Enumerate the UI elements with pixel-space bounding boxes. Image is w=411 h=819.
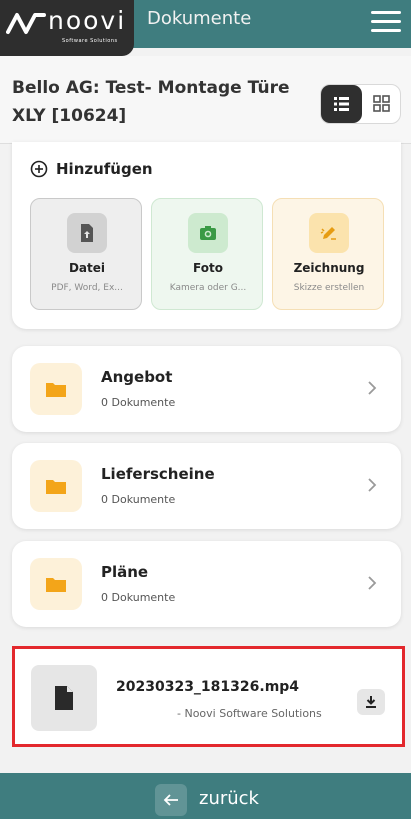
file-author: - Noovi Software Solutions xyxy=(177,707,322,720)
folder-name: Angebot xyxy=(101,368,173,386)
drawing-tile[interactable]: Zeichnung Skizze erstellen xyxy=(272,198,384,310)
noovi-logo-mark-icon xyxy=(6,13,46,34)
document-icon xyxy=(31,665,97,731)
menu-bar-line xyxy=(371,29,401,32)
grid-view-button[interactable] xyxy=(362,85,401,123)
add-section: Hinzufügen Datei PDF, Word, Ex... Foto K… xyxy=(12,142,401,329)
project-title: Bello AG: Test- Montage Türe XLY [10624] xyxy=(12,78,290,126)
folder-row-plaene[interactable]: Pläne 0 Dokumente xyxy=(12,541,401,627)
tile-subtitle: PDF, Word, Ex... xyxy=(51,283,123,293)
tile-title: Datei xyxy=(68,261,106,275)
download-button[interactable] xyxy=(357,689,385,715)
chevron-right-icon xyxy=(368,576,377,590)
folder-icon xyxy=(30,460,82,512)
folder-name: Pläne xyxy=(101,563,149,581)
photo-tile[interactable]: Foto Kamera oder G... xyxy=(151,198,263,310)
chevron-right-icon xyxy=(368,381,377,395)
upload-file-tile[interactable]: Datei PDF, Word, Ex... xyxy=(30,198,142,310)
back-label: zurück xyxy=(199,788,259,809)
tile-title: Zeichnung xyxy=(293,261,365,275)
list-icon xyxy=(334,97,349,111)
tile-subtitle: Kamera oder G... xyxy=(169,283,247,293)
folder-row-lieferscheine[interactable]: Lieferscheine 0 Dokumente xyxy=(12,443,401,529)
hamburger-menu-button[interactable] xyxy=(371,11,401,33)
folder-icon xyxy=(30,558,82,610)
add-button[interactable]: Hinzufügen xyxy=(30,160,153,178)
back-button[interactable]: zurück xyxy=(0,773,411,819)
grid-icon xyxy=(373,95,390,112)
add-label: Hinzufügen xyxy=(56,160,153,178)
file-row[interactable]: 20230323_181326.mp4 - Noovi Software Sol… xyxy=(12,646,405,747)
folder-count: 0 Dokumente xyxy=(101,396,176,409)
project-header: Bello AG: Test- Montage Türe XLY [10624] xyxy=(0,56,411,144)
arrow-left-icon xyxy=(155,784,187,816)
page-title: Dokumente xyxy=(147,8,252,29)
tile-subtitle: Skizze erstellen xyxy=(293,283,365,293)
list-view-button[interactable] xyxy=(321,85,362,123)
camera-icon xyxy=(188,213,228,253)
tile-title: Foto xyxy=(193,261,223,275)
download-icon xyxy=(366,696,376,708)
plus-circle-icon xyxy=(30,160,48,178)
folder-count: 0 Dokumente xyxy=(101,493,176,506)
logo[interactable]: noovi Software Solutions xyxy=(0,0,134,56)
view-toggle xyxy=(320,84,401,124)
menu-bar-line xyxy=(371,20,401,23)
menu-bar-line xyxy=(371,11,401,14)
logo-subtitle: Software Solutions xyxy=(62,38,118,44)
folder-count: 0 Dokumente xyxy=(101,591,176,604)
file-upload-icon xyxy=(67,213,107,253)
folder-name: Lieferscheine xyxy=(101,465,215,483)
folder-icon xyxy=(30,363,82,415)
pencil-icon xyxy=(309,213,349,253)
logo-text: noovi xyxy=(48,6,127,35)
chevron-right-icon xyxy=(368,478,377,492)
file-name: 20230323_181326.mp4 xyxy=(116,679,300,695)
folder-row-angebot[interactable]: Angebot 0 Dokumente xyxy=(12,346,401,432)
